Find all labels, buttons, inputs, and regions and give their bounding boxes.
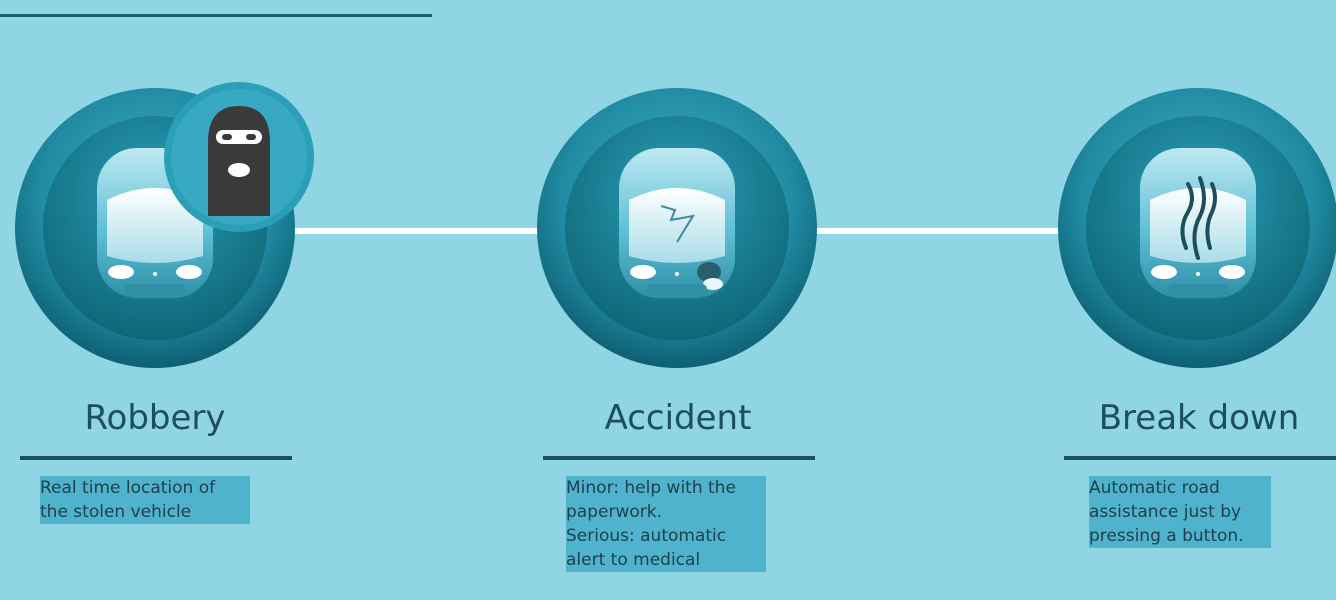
step-divider-accident: [543, 456, 815, 460]
description-line: Serious: automatic: [566, 524, 766, 548]
accident-emblem: [537, 88, 817, 368]
car-icon: [1140, 148, 1256, 298]
top-divider: [0, 14, 432, 17]
description-line: Real time location of: [40, 476, 250, 500]
step-description-robbery: Real time location of the stolen vehicle: [40, 476, 250, 524]
description-line: pressing a button.: [1089, 524, 1271, 548]
description-line: Automatic road: [1089, 476, 1271, 500]
description-line: assistance just by: [1089, 500, 1271, 524]
step-divider-robbery: [20, 456, 292, 460]
description-line: Minor: help with the: [566, 476, 766, 500]
description-line: paperwork.: [566, 500, 766, 524]
step-description-accident: Minor: help with the paperwork. Serious:…: [566, 476, 766, 572]
connector-line-1: [295, 228, 540, 234]
connector-line-2: [815, 228, 1060, 234]
description-line: alert to medical: [566, 548, 766, 572]
step-description-breakdown: Automatic road assistance just by pressi…: [1089, 476, 1271, 548]
balaclava-icon: [208, 106, 270, 216]
step-title-accident: Accident: [604, 398, 752, 438]
step-title-robbery: Robbery: [84, 398, 226, 438]
breakdown-emblem: [1058, 88, 1336, 368]
step-title-breakdown: Break down: [1098, 398, 1300, 438]
step-divider-breakdown: [1064, 456, 1336, 460]
car-icon: [619, 148, 735, 298]
balaclava-badge: [164, 82, 314, 232]
description-line: the stolen vehicle: [40, 500, 250, 524]
